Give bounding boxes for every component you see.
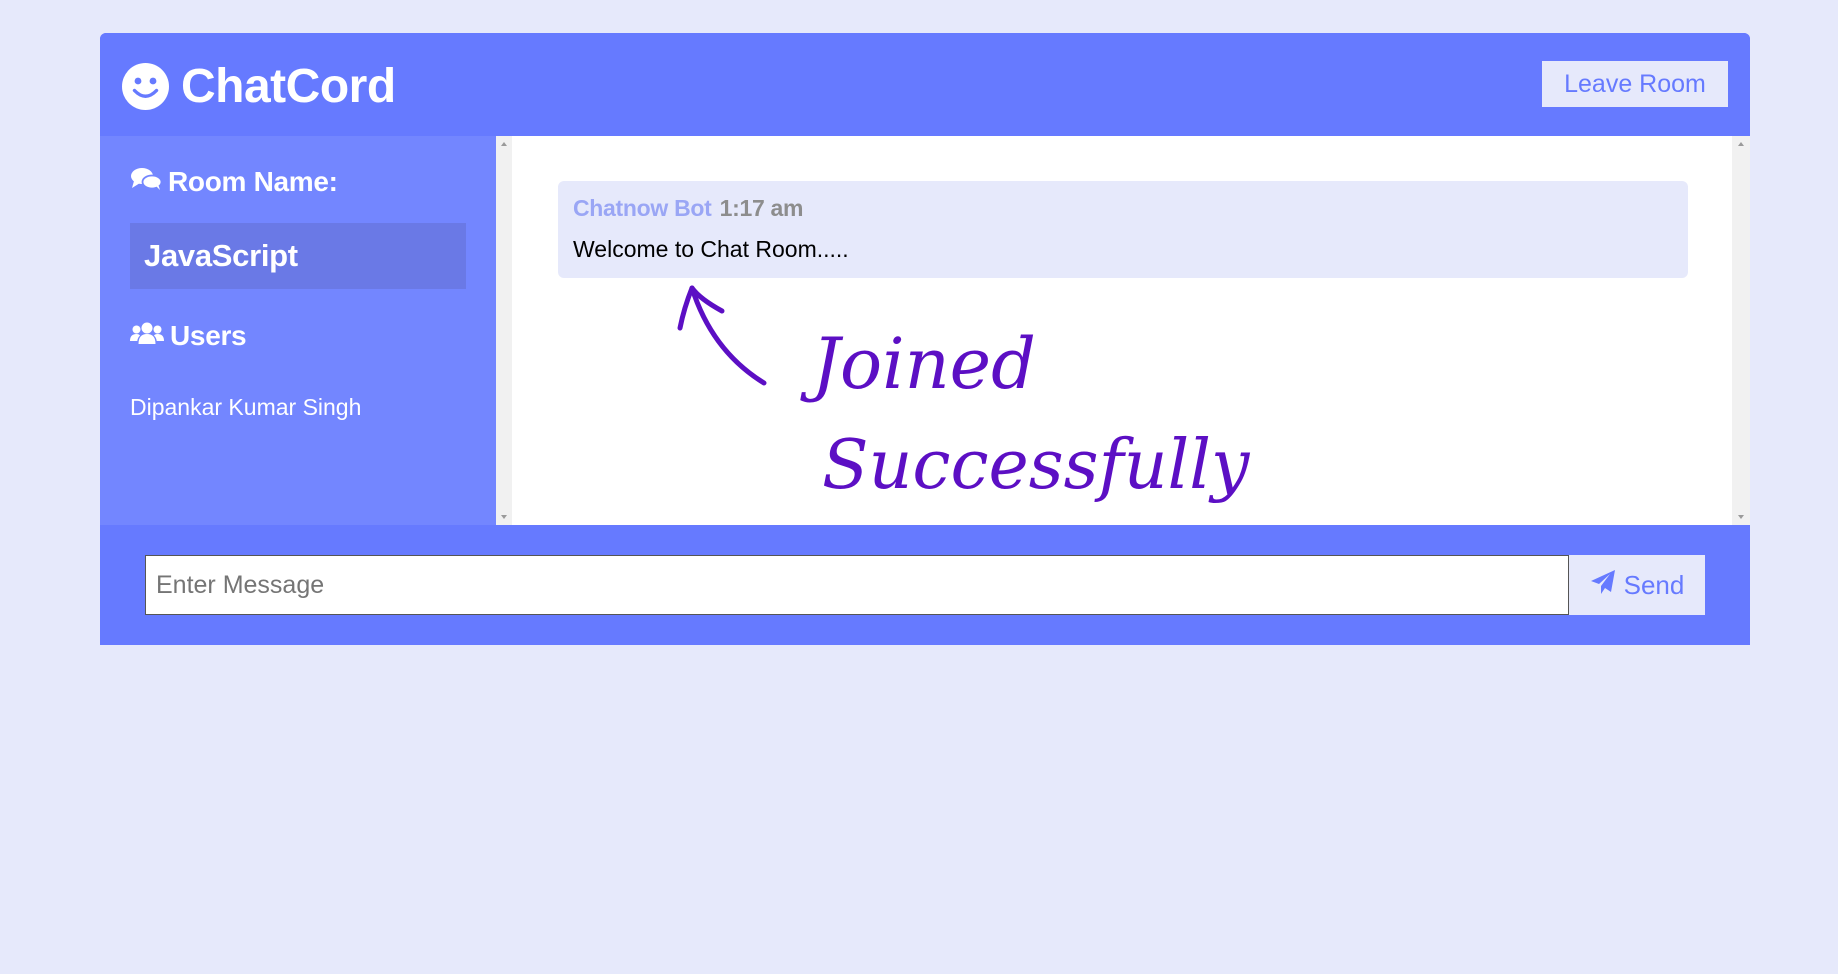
logo: ChatCord (122, 59, 396, 113)
user-item: Dipankar Kumar Singh (130, 394, 362, 420)
room-name-heading: Room Name: (130, 166, 338, 198)
annotation-arrow-icon (689, 285, 767, 386)
message-text: Welcome to Chat Room..... (573, 236, 849, 262)
chat-messages: Chatnow Bot 1:17 am Welcome to Chat Room… (512, 136, 1732, 525)
annotation-line-2: Successfully (822, 426, 1251, 505)
comments-icon (130, 166, 168, 198)
app-title: ChatCord (181, 59, 396, 113)
room-name: JavaScript (130, 223, 466, 289)
annotation-line-1: Joined (800, 323, 1036, 405)
scroll-down-arrow-icon[interactable] (501, 515, 507, 519)
sidebar-scrollbar[interactable] (496, 136, 512, 525)
users-heading-label: Users (170, 320, 247, 351)
users-list: Dipankar Kumar Singh (130, 392, 361, 422)
scroll-up-arrow-icon[interactable] (1738, 142, 1744, 146)
users-icon (130, 320, 170, 352)
messages-scrollbar[interactable] (1732, 136, 1750, 525)
chat-container: ChatCord Leave Room Room Name: JavaScrip… (100, 33, 1750, 645)
sidebar: Room Name: JavaScript Users Dipankar Kum… (100, 136, 496, 525)
message-time: 1:17 am (719, 195, 804, 221)
paper-plane-icon (1590, 569, 1624, 602)
leave-room-button[interactable]: Leave Room (1542, 61, 1728, 107)
send-button-label: Send (1623, 569, 1685, 600)
chat-form-container: Send (100, 525, 1750, 645)
scroll-up-arrow-icon[interactable] (501, 142, 507, 146)
chat-header: ChatCord Leave Room (100, 33, 1750, 136)
users-heading: Users (130, 320, 247, 352)
message-input[interactable] (145, 555, 1569, 615)
send-button[interactable]: Send (1569, 555, 1705, 615)
message: Chatnow Bot 1:17 am Welcome to Chat Room… (558, 181, 1688, 278)
message-meta: Chatnow Bot 1:17 am (573, 195, 1673, 222)
room-name-heading-label: Room Name: (168, 166, 338, 197)
message-username: Chatnow Bot (573, 195, 712, 221)
smile-icon (122, 62, 169, 110)
scroll-down-arrow-icon[interactable] (1738, 515, 1744, 519)
